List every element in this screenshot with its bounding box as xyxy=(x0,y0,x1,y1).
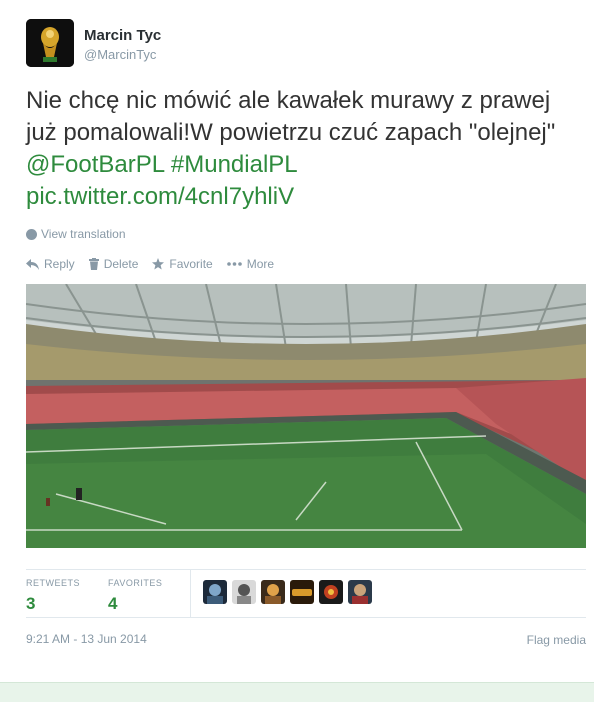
user-name[interactable]: Marcin Tyc xyxy=(84,27,161,44)
tweet-actions: Reply Delete Favorite More xyxy=(26,257,274,271)
retweets-stat[interactable]: RETWEETS 3 xyxy=(26,578,80,614)
reply-label: Reply xyxy=(44,257,75,271)
stats-divider-bottom xyxy=(26,617,586,618)
tweet-timestamp[interactable]: 9:21 AM - 13 Jun 2014 xyxy=(26,632,147,646)
favoriter-avatar[interactable] xyxy=(348,580,372,604)
star-icon xyxy=(152,258,165,270)
more-button[interactable]: More xyxy=(226,257,275,271)
favoriters-list xyxy=(203,580,372,604)
favoriter-avatar[interactable] xyxy=(290,580,314,604)
favoriter-avatar[interactable] xyxy=(203,580,227,604)
mention-link[interactable]: @FootBarPL xyxy=(26,151,164,178)
stats-divider-top xyxy=(26,569,586,570)
tweet-media-photo[interactable] xyxy=(26,284,586,548)
reply-box-bar xyxy=(0,682,594,702)
stats-separator xyxy=(190,569,191,617)
favorites-count: 4 xyxy=(108,594,118,613)
flag-media-link[interactable]: Flag media xyxy=(527,633,586,647)
tweet-permalink: Marcin Tyc @MarcinTyc Nie chcę nic mówić… xyxy=(0,0,594,702)
view-translation-link[interactable]: View translation xyxy=(26,227,126,241)
tweet-text: Nie chcę nic mówić ale kawałek murawy z … xyxy=(26,85,586,213)
retweets-count: 3 xyxy=(26,594,36,613)
favoriter-avatar[interactable] xyxy=(261,580,285,604)
trash-icon xyxy=(88,258,99,270)
favoriter-avatar[interactable] xyxy=(319,580,343,604)
favoriter-avatar[interactable] xyxy=(232,580,256,604)
tweet-body: Nie chcę nic mówić ale kawałek murawy z … xyxy=(26,87,556,146)
ellipsis-icon xyxy=(226,262,242,266)
delete-label: Delete xyxy=(103,257,139,271)
hashtag-link[interactable]: #MundialPL xyxy=(171,151,298,178)
media-link[interactable]: pic.twitter.com/4cnl7yhliV xyxy=(26,183,294,210)
user-handle[interactable]: @MarcinTyc xyxy=(84,47,156,62)
view-translation-label: View translation xyxy=(41,227,126,241)
delete-button[interactable]: Delete xyxy=(88,257,139,271)
globe-icon xyxy=(26,228,37,240)
more-label: More xyxy=(246,257,275,271)
reply-button[interactable]: Reply xyxy=(26,257,75,271)
user-avatar[interactable] xyxy=(26,19,74,67)
favorite-label: Favorite xyxy=(169,257,213,271)
favorites-stat[interactable]: FAVORITES 4 xyxy=(108,578,162,614)
favorites-label: FAVORITES xyxy=(108,578,163,588)
retweets-label: RETWEETS xyxy=(26,578,81,588)
favorite-button[interactable]: Favorite xyxy=(152,257,213,271)
reply-icon xyxy=(26,258,39,270)
